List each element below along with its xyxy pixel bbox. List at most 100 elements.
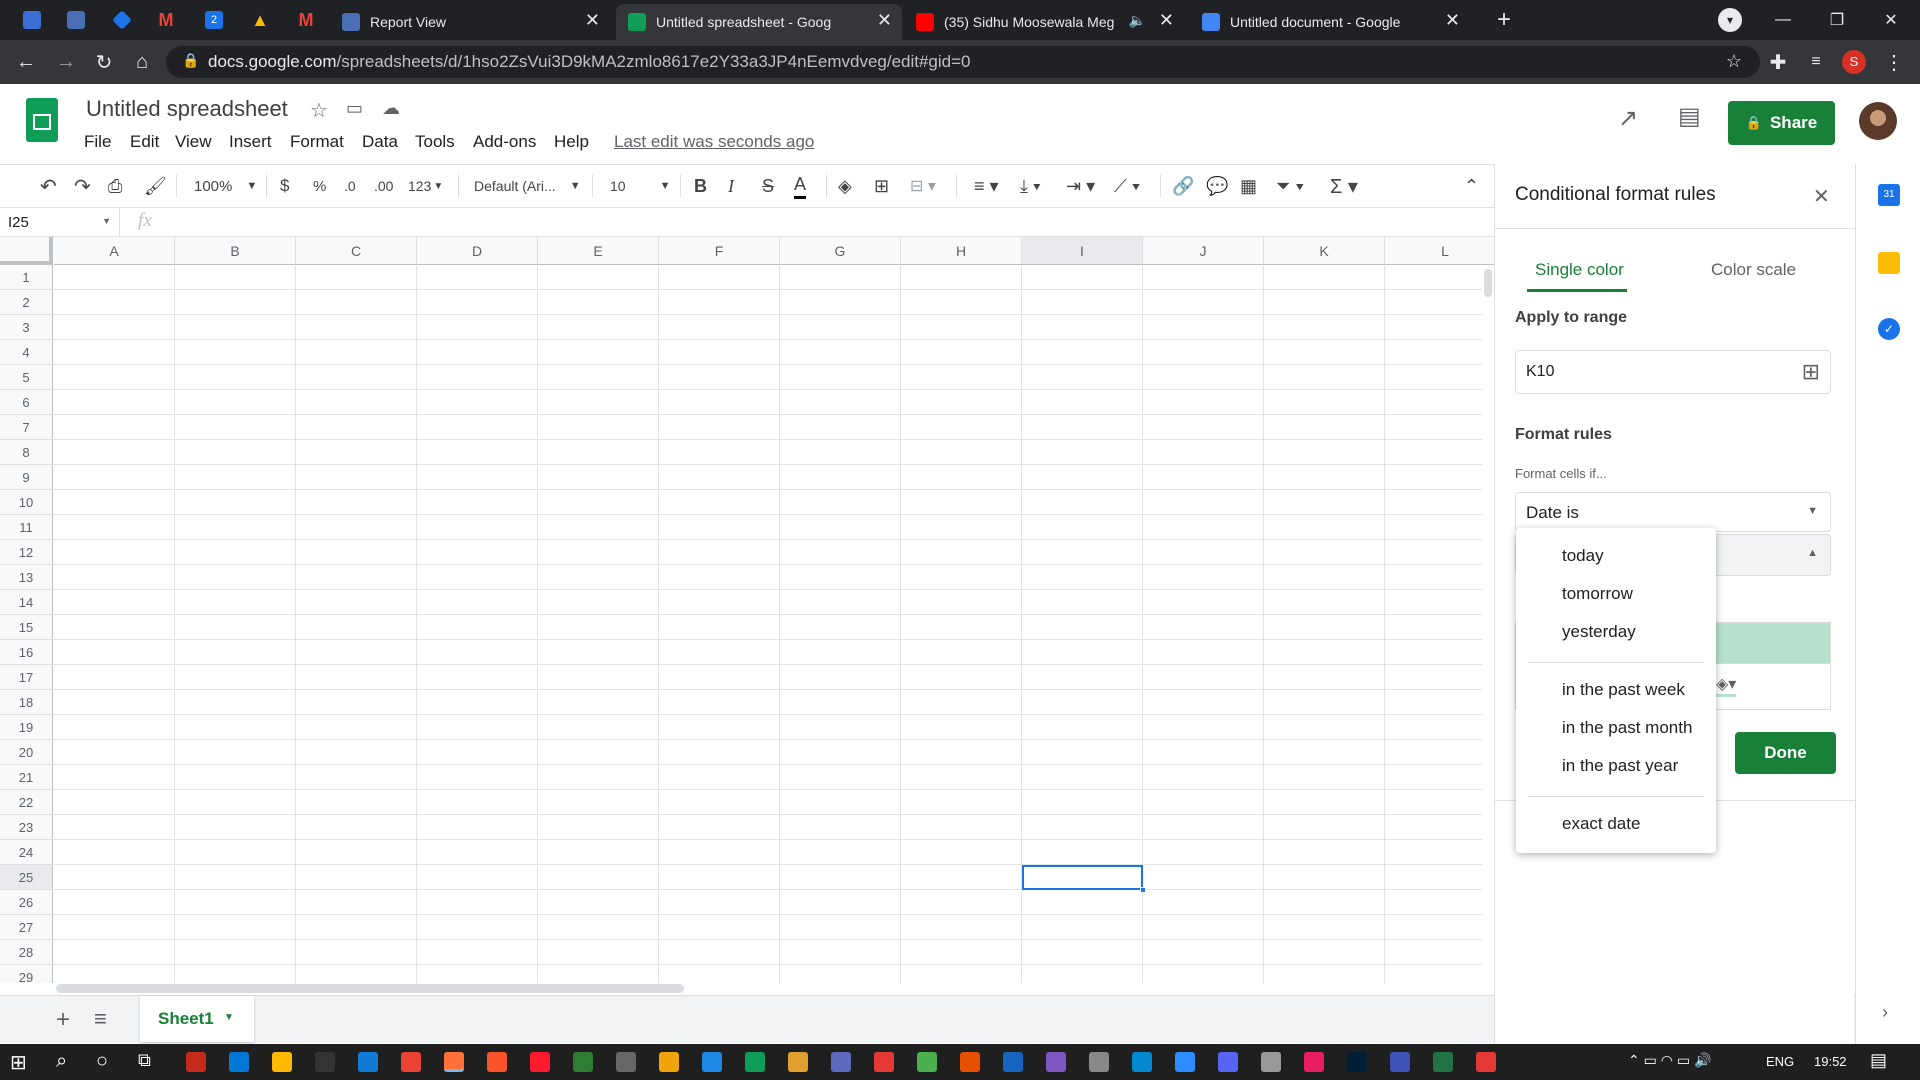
close-icon[interactable]: ✕ xyxy=(877,10,892,31)
print-icon[interactable]: ⎙ xyxy=(108,173,122,199)
task-view-icon[interactable]: ⧉ xyxy=(138,1050,151,1071)
row-header[interactable]: 24 xyxy=(0,840,53,865)
menu-format[interactable]: Format xyxy=(290,132,344,152)
borders-icon[interactable]: ⊞ xyxy=(874,173,889,199)
collapse-toolbar-icon[interactable]: ⌃ xyxy=(1464,173,1479,199)
currency-format-button[interactable]: $ xyxy=(280,173,289,199)
done-button[interactable]: Done xyxy=(1735,732,1836,774)
url-field[interactable]: 🔒 docs.google.com/spreadsheets/d/1hso2Zs… xyxy=(166,46,1760,78)
row-header[interactable]: 23 xyxy=(0,815,53,840)
taskbar-app-icon[interactable] xyxy=(1261,1052,1281,1072)
column-header-j[interactable]: J xyxy=(1143,237,1264,265)
menu-edit[interactable]: Edit xyxy=(130,132,159,152)
text-wrap-icon[interactable]: ⇥ ▾ xyxy=(1066,173,1095,199)
tab-spreadsheet[interactable]: Untitled spreadsheet - Google Sh ✕ xyxy=(616,4,902,40)
row-header[interactable]: 13 xyxy=(0,565,53,590)
row-header[interactable]: 5 xyxy=(0,365,53,390)
paint-format-icon[interactable]: 🖌 xyxy=(144,173,167,199)
more-formats-button[interactable]: 123 ▼ xyxy=(408,173,443,199)
row-header[interactable]: 7 xyxy=(0,415,53,440)
row-header[interactable]: 8 xyxy=(0,440,53,465)
font-family-select[interactable]: Default (Ari... ▼ xyxy=(474,173,581,199)
bookmark-star-icon[interactable]: ☆ xyxy=(1726,51,1742,72)
menu-view[interactable]: View xyxy=(175,132,212,152)
taskbar-app-icon[interactable] xyxy=(358,1052,378,1072)
row-header[interactable]: 16 xyxy=(0,640,53,665)
menu-option-tomorrow[interactable]: tomorrow xyxy=(1562,584,1633,604)
taskbar-app-icon[interactable] xyxy=(1347,1052,1367,1072)
tab-youtube[interactable]: (35) Sidhu Moosewala Mega 🔈 ✕ xyxy=(904,4,1184,40)
row-header[interactable]: 15 xyxy=(0,615,53,640)
row-header[interactable]: 9 xyxy=(0,465,53,490)
menu-option-in-the-past-month[interactable]: in the past month xyxy=(1562,718,1692,738)
row-header[interactable]: 10 xyxy=(0,490,53,515)
search-icon[interactable]: ⌕ xyxy=(56,1050,67,1073)
taskbar-app-icon[interactable] xyxy=(960,1052,980,1072)
taskbar-app-icon[interactable] xyxy=(659,1052,679,1072)
vertical-align-icon[interactable]: ⤓ ▾ xyxy=(1020,173,1041,199)
menu-option-in-the-past-week[interactable]: in the past week xyxy=(1562,680,1685,700)
range-input[interactable]: K10 ⊞ xyxy=(1515,350,1831,394)
menu-data[interactable]: Data xyxy=(362,132,398,152)
row-header[interactable]: 19 xyxy=(0,715,53,740)
taskbar-app-icon[interactable] xyxy=(1218,1052,1238,1072)
scrollbar-thumb[interactable] xyxy=(1484,269,1492,297)
taskbar-app-icon[interactable] xyxy=(444,1052,464,1072)
row-header[interactable]: 14 xyxy=(0,590,53,615)
column-header-f[interactable]: F xyxy=(659,237,780,265)
taskbar-app-icon[interactable] xyxy=(1304,1052,1324,1072)
filter-icon[interactable]: ⏷ ▾ xyxy=(1276,173,1304,199)
functions-icon[interactable]: Σ ▾ xyxy=(1330,173,1358,199)
column-header-d[interactable]: D xyxy=(417,237,538,265)
strikethrough-button[interactable]: S xyxy=(762,173,774,199)
condition-select[interactable]: Date is ▼ xyxy=(1515,492,1831,532)
row-header[interactable]: 17 xyxy=(0,665,53,690)
row-header[interactable]: 26 xyxy=(0,890,53,915)
row-header[interactable]: 2 xyxy=(0,290,53,315)
sheet-tab-sheet1[interactable]: Sheet1 ▼ xyxy=(140,996,254,1042)
zoom-select[interactable]: 100% ▼ xyxy=(194,173,257,199)
formula-input[interactable] xyxy=(172,208,1494,236)
taskbar-app-icon[interactable] xyxy=(831,1052,851,1072)
insert-chart-icon[interactable]: ▦ xyxy=(1240,173,1257,199)
home-button[interactable]: ⌂ xyxy=(128,48,156,76)
row-header[interactable]: 21 xyxy=(0,765,53,790)
fill-handle[interactable] xyxy=(1140,887,1146,893)
close-icon[interactable]: ✕ xyxy=(1159,10,1174,31)
taskbar-app-icon[interactable] xyxy=(1433,1052,1453,1072)
selected-cell[interactable] xyxy=(1022,865,1146,893)
taskbar-app-icon[interactable] xyxy=(1476,1052,1496,1072)
tab-document[interactable]: Untitled document - Google Doc ✕ xyxy=(1190,4,1470,40)
activity-trend-icon[interactable]: ↗ xyxy=(1618,104,1638,133)
restore-button[interactable]: ❐ xyxy=(1814,0,1860,40)
row-header[interactable]: 1 xyxy=(0,265,53,290)
share-button[interactable]: 🔒 Share xyxy=(1728,101,1835,145)
column-header-e[interactable]: E xyxy=(538,237,659,265)
extensions-icon[interactable]: ✚ xyxy=(1764,48,1792,76)
row-header[interactable]: 12 xyxy=(0,540,53,565)
cloud-status-icon[interactable]: ☁ xyxy=(382,98,400,119)
taskbar-app-icon[interactable] xyxy=(573,1052,593,1072)
back-button[interactable]: ← xyxy=(12,48,40,76)
sheets-logo-icon[interactable] xyxy=(26,98,58,142)
media-control-icon[interactable]: ≡ xyxy=(1802,48,1830,76)
menu-option-yesterday[interactable]: yesterday xyxy=(1562,622,1636,642)
row-header[interactable]: 25 xyxy=(0,865,53,890)
taskbar-app-icon[interactable] xyxy=(487,1052,507,1072)
menu-option-today[interactable]: today xyxy=(1562,546,1604,566)
tab-search-icon[interactable]: ▾ xyxy=(1718,8,1742,32)
taskbar-app-icon[interactable] xyxy=(917,1052,937,1072)
taskbar-app-icon[interactable] xyxy=(1132,1052,1152,1072)
pinned-tab-gmail-2[interactable]: M xyxy=(292,6,320,34)
row-header[interactable]: 22 xyxy=(0,790,53,815)
forward-button[interactable]: → xyxy=(52,48,80,76)
row-header[interactable]: 20 xyxy=(0,740,53,765)
star-icon[interactable]: ☆ xyxy=(310,98,328,123)
tab-single-color[interactable]: Single color xyxy=(1527,248,1627,292)
menu-tools[interactable]: Tools xyxy=(415,132,455,152)
keep-icon[interactable] xyxy=(1878,252,1900,274)
bold-button[interactable]: B xyxy=(694,173,707,199)
pinned-tab-3[interactable] xyxy=(108,6,136,34)
add-sheet-button[interactable]: + xyxy=(56,1006,70,1034)
language-indicator[interactable]: ENG xyxy=(1766,1054,1794,1069)
